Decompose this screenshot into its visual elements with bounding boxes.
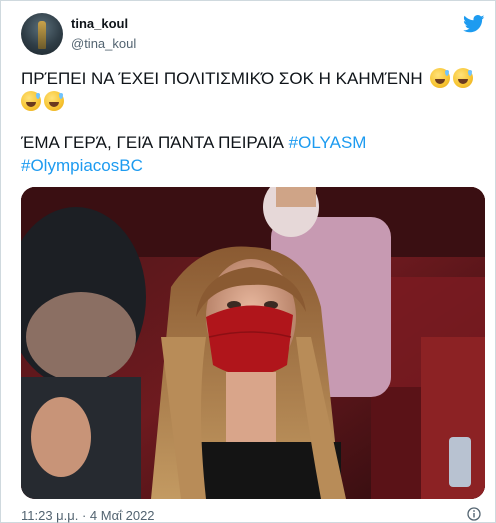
tweet-photo[interactable] — [21, 187, 485, 499]
tweet-text: ΠΡΈΠΕΙ ΝΑ ΈΧΕΙ ΠΟΛΙΤΙΣΜΙΚΌ ΣΟΚ Η ΚΑΗΜΈΝΗ — [21, 69, 423, 88]
sweat-smile-emoji-icon — [453, 68, 474, 88]
sweat-smile-emoji-icon — [430, 68, 451, 88]
avatar-figure — [38, 21, 46, 49]
user-name[interactable]: tina_koul — [71, 16, 128, 31]
sweat-smile-emoji-icon — [21, 91, 41, 111]
tweet-text-line: ΈΜΑ ΓΕΡΆ, ΓΕΙΆ ΠΆΝΤΑ ΠΕΙΡΑΙΆ #OLYASM — [21, 131, 366, 154]
timestamp[interactable]: 11:23 μ.μ. · 4 Μαΐ 2022 — [21, 508, 155, 523]
tweet-text-line: ΠΡΈΠΕΙ ΝΑ ΈΧΕΙ ΠΟΛΙΤΙΣΜΙΚΌ ΣΟΚ Η ΚΑΗΜΈΝΗ — [21, 67, 474, 90]
hashtag-link[interactable]: #OlympiacosBC — [21, 156, 143, 175]
twitter-bird-icon[interactable] — [463, 15, 485, 33]
tweet-card: tina_koul @tina_koul ΠΡΈΠΕΙ ΝΑ ΈΧΕΙ ΠΟΛΙ… — [0, 0, 496, 523]
sweat-smile-emoji-icon — [44, 91, 64, 111]
tweet-emoji-line — [21, 90, 64, 113]
hashtag-link[interactable]: #OLYASM — [289, 133, 367, 152]
tweet-text-line: #OlympiacosBC — [21, 154, 143, 177]
info-icon[interactable] — [467, 507, 481, 521]
avatar[interactable] — [21, 13, 63, 55]
photo-illustration — [21, 187, 485, 499]
user-handle[interactable]: @tina_koul — [71, 36, 136, 51]
tweet-text: ΈΜΑ ΓΕΡΆ, ΓΕΙΆ ΠΆΝΤΑ ΠΕΙΡΑΙΆ — [21, 133, 289, 152]
